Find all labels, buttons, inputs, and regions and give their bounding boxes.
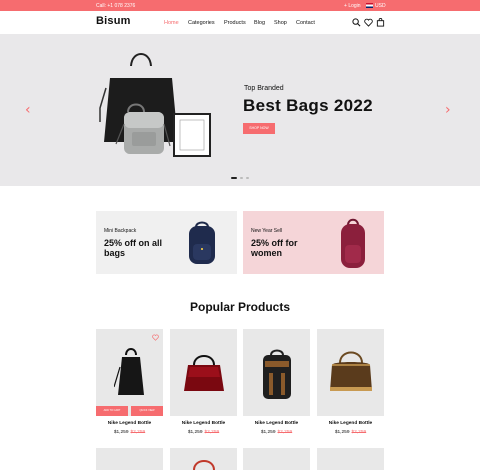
- promo-label: New Year Sell: [251, 228, 283, 234]
- price-current: $1,259: [260, 430, 276, 435]
- hero-title: Best Bags 2022: [243, 96, 373, 115]
- product-bag-graphic: [263, 349, 291, 399]
- slider-dot[interactable]: [246, 177, 249, 179]
- shop-now-button[interactable]: SHOP NOW: [243, 123, 275, 134]
- top-bar: Call: +1 078 2376 + Login USD: [0, 0, 480, 11]
- price-old: $2,259: [130, 430, 146, 435]
- phone-number: Call: +1 078 2376: [96, 3, 136, 9]
- next-arrow-icon[interactable]: ›: [445, 102, 451, 118]
- currency-selector[interactable]: USD: [375, 3, 386, 9]
- product-card-partial[interactable]: [243, 448, 310, 470]
- add-to-cart-button[interactable]: ADD TO CART: [96, 406, 128, 416]
- price-old: $2,259: [351, 430, 367, 435]
- hero-bags-image: [99, 53, 211, 157]
- search-icon[interactable]: [352, 18, 361, 27]
- price-current: $1,259: [113, 430, 129, 435]
- nav-blog[interactable]: Blog: [254, 20, 265, 26]
- price-current: $1,259: [187, 430, 203, 435]
- nav-categories[interactable]: Categories: [188, 20, 215, 26]
- slider-dot-active[interactable]: [231, 177, 237, 179]
- product-image[interactable]: [170, 329, 237, 416]
- heart-icon[interactable]: [364, 18, 373, 27]
- price-current: $1,259: [334, 430, 350, 435]
- product-card[interactable]: Nike Legend Bottle $1,259 $2,259: [317, 329, 384, 435]
- slider-dot[interactable]: [240, 177, 243, 179]
- logo[interactable]: Bisum: [96, 15, 131, 27]
- prev-arrow-icon[interactable]: ‹: [25, 102, 31, 118]
- login-link[interactable]: + Login: [344, 3, 361, 9]
- product-price: $1,259 $2,259: [243, 430, 310, 435]
- product-bag-graphic: [330, 351, 372, 391]
- quick-view-button[interactable]: QUICK VIEW: [131, 406, 163, 416]
- nav-products[interactable]: Products: [224, 20, 246, 26]
- hero-subtitle: Top Branded: [244, 85, 284, 92]
- product-price: $1,259 $2,259: [317, 430, 384, 435]
- product-card[interactable]: Nike Legend Bottle $1,259 $2,259: [243, 329, 310, 435]
- promo-card-women[interactable]: New Year Sell 25% off for women: [243, 211, 384, 274]
- section-title: Popular Products: [189, 300, 290, 314]
- product-card-partial[interactable]: [170, 448, 237, 470]
- product-image[interactable]: ADD TO CART QUICK VIEW: [96, 329, 163, 416]
- promo-headline: 25% off on all bags: [104, 238, 163, 258]
- promo-card-backpack[interactable]: Mini Backpack 25% off on all bags: [96, 211, 237, 274]
- nav-contact[interactable]: Contact: [296, 20, 315, 26]
- nav-shop[interactable]: Shop: [274, 20, 287, 26]
- promo-label: Mini Backpack: [104, 228, 137, 234]
- promo-headline: 25% off for women: [251, 238, 298, 258]
- product-name[interactable]: Nike Legend Bottle: [170, 421, 237, 426]
- product-name[interactable]: Nike Legend Bottle: [243, 421, 310, 426]
- product-image[interactable]: [243, 329, 310, 416]
- login-label: Login: [348, 3, 361, 9]
- product-card-partial[interactable]: [96, 448, 163, 470]
- cart-icon[interactable]: [376, 18, 385, 27]
- site-header: Bisum Home Categories Products Blog Shop…: [0, 11, 480, 34]
- product-image[interactable]: [317, 329, 384, 416]
- product-card-partial[interactable]: [317, 448, 384, 470]
- product-bag-graphic: [184, 355, 224, 391]
- product-card[interactable]: ADD TO CART QUICK VIEW Nike Legend Bottl…: [96, 329, 163, 435]
- flag-icon: [366, 3, 373, 8]
- product-price: $1,259 $2,259: [170, 430, 237, 435]
- product-card[interactable]: Nike Legend Bottle $1,259 $2,259: [170, 329, 237, 435]
- backpack-image: [189, 221, 215, 264]
- price-old: $2,259: [277, 430, 293, 435]
- product-bag-graphic: [193, 460, 215, 470]
- product-actions: ADD TO CART QUICK VIEW: [96, 406, 163, 416]
- hero-slider: ‹ › Top Branded Best Bags 2022 SHOP NOW: [0, 34, 480, 186]
- product-name[interactable]: Nike Legend Bottle: [96, 421, 163, 426]
- price-old: $2,259: [204, 430, 220, 435]
- backpack-image: [341, 218, 365, 268]
- product-name[interactable]: Nike Legend Bottle: [317, 421, 384, 426]
- product-price: $1,259 $2,259: [96, 430, 163, 435]
- heart-icon[interactable]: [152, 334, 159, 341]
- nav-home[interactable]: Home: [164, 20, 179, 26]
- product-bag-graphic: [114, 348, 144, 395]
